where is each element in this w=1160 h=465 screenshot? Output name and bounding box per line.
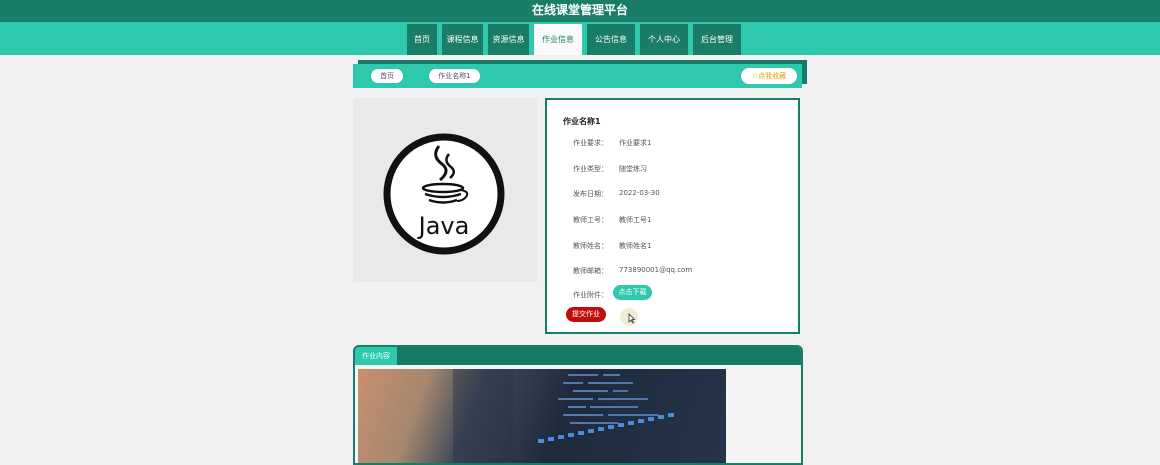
favorite-button[interactable]: ☆点我收藏: [741, 68, 797, 84]
requirement-value: 作业要求1: [619, 139, 652, 147]
content-panel-header: 作业内容: [355, 347, 801, 365]
publish-date-value: 2022-03-30: [619, 189, 660, 197]
breadcrumb: 首页 作业名称1 ☆点我收藏: [353, 64, 802, 88]
content-image: [358, 369, 726, 463]
main-nav: 首页 课程信息 资源信息 作业信息 公告信息 个人中心 后台管理: [0, 22, 1160, 55]
nav-notice-info[interactable]: 公告信息: [587, 24, 635, 55]
code-screen-illustration: [453, 369, 674, 463]
download-attachment-button[interactable]: 点击下载: [613, 285, 652, 300]
mouse-cursor-icon: [620, 308, 638, 326]
submit-homework-button[interactable]: 提交作业: [566, 307, 606, 322]
homework-content-panel: 作业内容: [353, 345, 803, 465]
site-title: 在线课堂管理平台: [531, 3, 628, 17]
type-value: 随堂练习: [619, 165, 647, 173]
breadcrumb-current[interactable]: 作业名称1: [429, 69, 480, 83]
tab-homework-content[interactable]: 作业内容: [355, 347, 397, 365]
nav-items: 首页 课程信息 资源信息 作业信息 公告信息 个人中心 后台管理: [407, 22, 746, 55]
teacher-name-value: 教师姓名1: [619, 242, 652, 250]
java-logo-text: Java: [417, 212, 470, 240]
nav-course-info[interactable]: 课程信息: [442, 24, 483, 55]
nav-resource-info[interactable]: 资源信息: [488, 24, 529, 55]
breadcrumb-home[interactable]: 首页: [371, 69, 403, 83]
java-logo-icon: Java: [383, 133, 505, 255]
nav-home[interactable]: 首页: [407, 24, 437, 55]
teacher-id-value: 教师工号1: [619, 216, 652, 224]
nav-homework-info[interactable]: 作业信息: [534, 24, 582, 55]
teacher-email-value: 773890001@qq.com: [619, 266, 693, 274]
nav-personal-center[interactable]: 个人中心: [640, 24, 688, 55]
homework-cover-image: Java: [353, 98, 537, 282]
nav-admin[interactable]: 后台管理: [693, 24, 741, 55]
homework-detail-card: 作业名称1 作业要求： 作业要求1 作业类型： 随堂练习 发布日期： 2022-…: [545, 98, 800, 334]
homework-title: 作业名称1: [563, 117, 601, 126]
